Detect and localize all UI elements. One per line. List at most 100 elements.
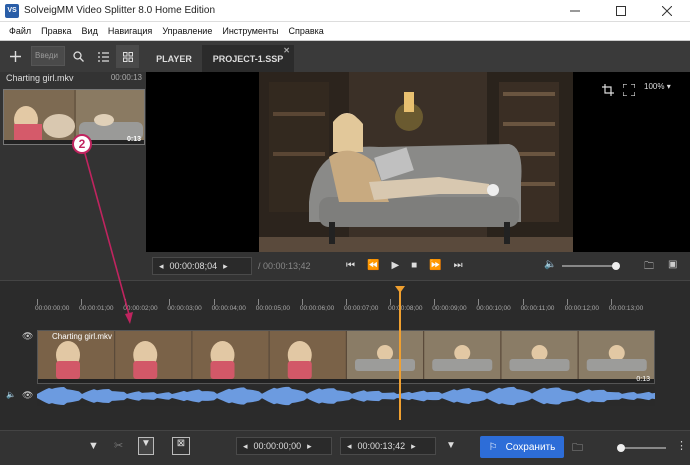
ruler-tick: [566, 299, 568, 305]
zoom-slider[interactable]: [617, 444, 666, 452]
track-frame-detail: [355, 359, 415, 371]
menu-navigation[interactable]: Навигация: [103, 26, 157, 36]
end-time: 00:00:13;42: [357, 441, 406, 451]
zoom-value: 100%: [644, 82, 665, 91]
track-frame-detail: [287, 361, 312, 379]
ruler-tick-label: 00:00:11;00: [520, 305, 555, 312]
output-folder-icon[interactable]: 🗀: [572, 439, 583, 458]
stop-icon[interactable]: ■: [411, 260, 417, 271]
ruler-tick: [390, 299, 392, 305]
audio-visibility-icon[interactable]: 👁: [22, 390, 33, 401]
list-icon: [98, 51, 109, 62]
ruler-tick: [610, 299, 612, 305]
video-track-frames: [38, 331, 654, 383]
ruler-tick-label: 00:00:08;00: [388, 305, 423, 312]
file-item[interactable]: Charting girl.mkv 00:00:13: [6, 73, 142, 85]
playback-controls: ◂ 00:00:08;04 ▸ / 00:00:13;42 ⏮ ⏪ ▶ ■ ⏩ …: [146, 252, 690, 280]
next-frame-icon[interactable]: ▸: [217, 261, 234, 272]
zoom-level[interactable]: 100% ▾: [644, 82, 671, 91]
current-time: 00:00:08;04: [169, 261, 218, 271]
start-time-prev-icon[interactable]: ◂: [237, 441, 254, 452]
end-time-next-icon[interactable]: ▸: [405, 441, 422, 452]
add-file-button[interactable]: [4, 45, 27, 68]
minimize-button[interactable]: [552, 0, 598, 22]
snapshot-icon[interactable]: ▣: [668, 259, 677, 270]
track-frame-subject: [454, 345, 471, 361]
video-track[interactable]: Charting girl.mkv 0:13: [37, 330, 655, 384]
ruler-tick: [37, 299, 38, 305]
more-icon[interactable]: ⋮: [676, 439, 687, 452]
menu-view[interactable]: Вид: [77, 26, 103, 36]
ruler-tick: [434, 299, 436, 305]
search-input[interactable]: Введи: [31, 46, 65, 66]
folder-icon[interactable]: 🗀: [644, 259, 654, 276]
audio-track[interactable]: [37, 386, 655, 406]
start-time-field[interactable]: ◂ 00:00:00;00 ▸: [236, 437, 332, 455]
ruler-tick-label: 00:00:12;00: [564, 305, 600, 312]
prev-frame-icon[interactable]: ◂: [153, 261, 170, 272]
playhead-handle[interactable]: [394, 286, 405, 293]
ruler-tick-label: 00:00:05;00: [255, 305, 291, 312]
save-options-dropdown-icon[interactable]: ▼: [446, 440, 456, 451]
close-icon: [662, 6, 672, 16]
end-time-field[interactable]: ◂ 00:00:13;42 ▸: [340, 437, 436, 455]
video-image: [259, 72, 573, 252]
ruler-tick: [213, 299, 215, 305]
menu-help[interactable]: Справка: [283, 26, 328, 36]
clip-end-label: 0:13: [636, 376, 650, 383]
end-time-prev-icon[interactable]: ◂: [341, 441, 358, 452]
ruler-tick: [169, 299, 171, 305]
ruler-tick: [301, 299, 303, 305]
menu-edit[interactable]: Правка: [36, 26, 76, 36]
playhead[interactable]: [394, 286, 405, 420]
save-icon: ⚐: [488, 441, 498, 453]
file-duration: 00:00:13: [110, 73, 142, 82]
maximize-button[interactable]: [598, 0, 644, 22]
fullscreen-button[interactable]: [617, 78, 640, 101]
track-frame-subject: [377, 345, 393, 361]
zoom-slider-handle[interactable]: [617, 444, 625, 452]
crop-button[interactable]: [596, 78, 619, 101]
minimize-icon: [570, 10, 580, 12]
tab-player[interactable]: PLAYER: [146, 45, 202, 72]
zoom-dropdown-icon: ▾: [666, 82, 671, 91]
ruler-tick-label: 00:00:09;00: [432, 305, 467, 312]
go-start-icon[interactable]: ⏮: [346, 260, 355, 271]
menu-file[interactable]: Файл: [4, 26, 36, 36]
crop-icon: [601, 83, 614, 96]
cut-icon[interactable]: ✂: [114, 439, 123, 452]
split-icon[interactable]: ⊠: [172, 437, 190, 455]
start-time-next-icon[interactable]: ▸: [301, 441, 318, 452]
play-icon[interactable]: ▶: [391, 260, 399, 271]
tab-close-icon[interactable]: ✕: [283, 46, 290, 55]
search-button[interactable]: [67, 45, 90, 68]
track-frame-detail: [133, 361, 158, 379]
audio-volume-icon[interactable]: 🔈: [6, 390, 16, 399]
menu-control[interactable]: Управление: [157, 26, 217, 36]
volume-handle[interactable]: [612, 262, 620, 270]
close-button[interactable]: [644, 0, 690, 22]
video-frame[interactable]: [259, 72, 573, 252]
save-button[interactable]: ⚐ Сохранить: [480, 436, 564, 458]
list-view-button[interactable]: [92, 45, 115, 68]
ruler-tick: [346, 299, 347, 305]
marker-in-icon[interactable]: ▼: [88, 440, 99, 452]
menu-tools[interactable]: Инструменты: [217, 26, 283, 36]
transport-buttons: ⏮ ⏪ ▶ ■ ⏩ ⏭: [346, 260, 463, 271]
tab-project[interactable]: PROJECT-1.SSP ✕: [202, 45, 294, 72]
ruler-tick: [478, 299, 480, 305]
track-frame-subject: [531, 345, 548, 361]
grid-view-button[interactable]: [116, 45, 139, 68]
step-back-icon[interactable]: ⏪: [367, 260, 379, 271]
step-forward-icon[interactable]: ⏩: [429, 260, 441, 271]
toolbar: Введи PLAYER PROJECT-1.SSP ✕: [0, 41, 690, 72]
maximize-icon: [616, 6, 626, 16]
volume-slider[interactable]: [562, 262, 620, 270]
ruler-tick-label: 00:00:07;00: [344, 305, 379, 312]
go-end-icon[interactable]: ⏭: [454, 260, 463, 271]
marker-out-icon[interactable]: ▼: [138, 437, 154, 455]
volume-icon[interactable]: 🔈: [544, 259, 556, 270]
video-visibility-icon[interactable]: 👁: [22, 331, 33, 342]
ruler-tick-label: 00:00:13;00: [608, 305, 644, 312]
current-time-field[interactable]: ◂ 00:00:08;04 ▸: [152, 257, 252, 275]
